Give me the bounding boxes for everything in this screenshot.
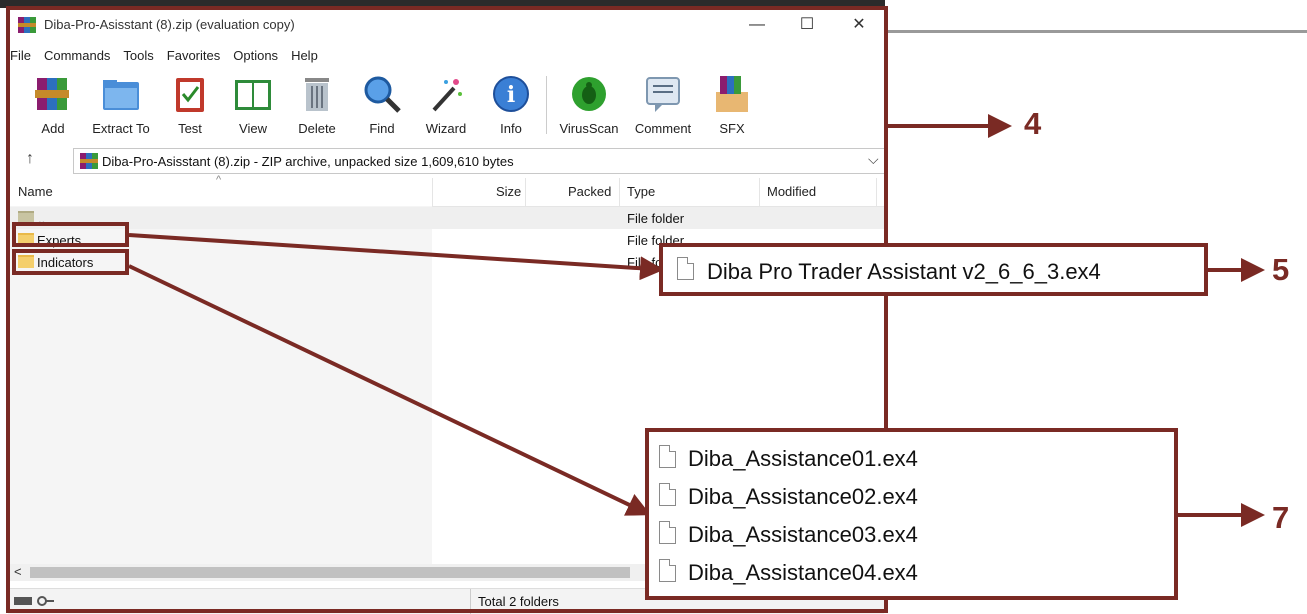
callout-number-5: 5: [1272, 252, 1290, 287]
indicators-highlight-box: [12, 249, 129, 275]
file-icon: [659, 483, 676, 506]
callout-number-7: 7: [1272, 500, 1290, 535]
file-icon: [659, 559, 676, 582]
experts-contents-popup: Diba Pro Trader Assistant v2_6_6_3.ex4: [659, 243, 1208, 296]
experts-highlight-box: [12, 222, 129, 247]
experts-file-name: Diba Pro Trader Assistant v2_6_6_3.ex4: [707, 259, 1101, 284]
indicator-file-name: Diba_Assistance02.ex4: [688, 484, 918, 509]
indicators-contents-popup: Diba_Assistance01.ex4 Diba_Assistance02.…: [645, 428, 1178, 600]
background-window: [885, 0, 1307, 33]
indicator-file-name: Diba_Assistance04.ex4: [688, 560, 918, 585]
callout-number-4: 4: [1024, 106, 1042, 141]
file-icon: [659, 445, 676, 468]
indicator-file-name: Diba_Assistance01.ex4: [688, 446, 918, 471]
file-icon: [677, 257, 694, 280]
indicator-file-name: Diba_Assistance03.ex4: [688, 522, 918, 547]
file-icon: [659, 521, 676, 544]
